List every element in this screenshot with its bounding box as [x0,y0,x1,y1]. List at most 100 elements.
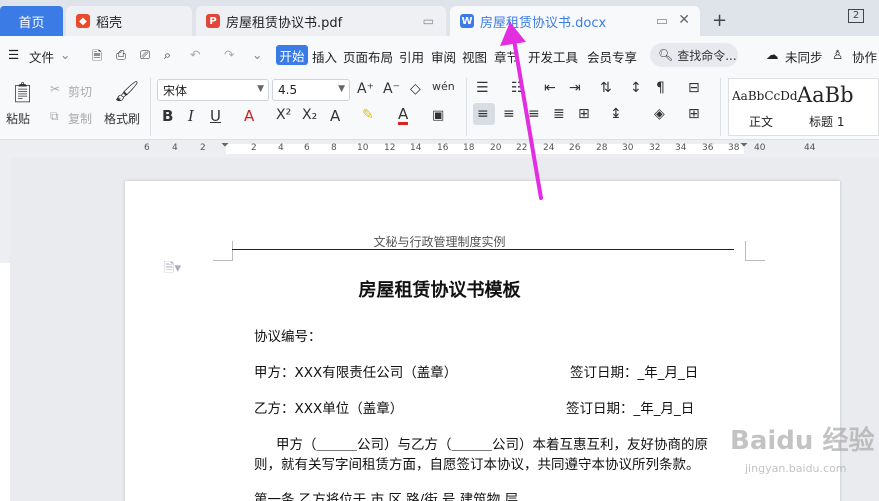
format-painter-button[interactable]: 格式刷 [104,110,140,127]
font-color-icon[interactable]: A [398,107,409,125]
superscript-icon[interactable]: X² [276,107,291,123]
borders-icon[interactable]: ⊞ [688,106,700,122]
menu-file[interactable]: 文件 [29,47,54,66]
align-center-icon[interactable]: ≡ [503,106,515,122]
search-label: 查找命令... [677,48,737,63]
show-marks-icon[interactable]: ¶ [656,80,665,96]
char-border-icon[interactable]: ▣ [432,108,444,123]
document-title[interactable]: 房屋租赁协议书模板 [0,276,879,302]
menu-start[interactable]: 开始 [276,45,308,65]
menu-reference[interactable]: 引用 [399,47,424,66]
italic-icon[interactable]: I [188,107,194,125]
collab-icon[interactable]: ♙ [832,47,843,62]
style-normal-label[interactable]: 正文 [749,113,773,130]
strikethrough-icon[interactable]: A [244,107,254,125]
sync-status[interactable]: 未同步 [785,47,823,66]
menu-member[interactable]: 会员专享 [587,47,637,66]
style-normal-preview[interactable]: AaBbCcDd [732,89,798,103]
sort-icon[interactable]: ↕ [630,80,642,96]
paragraph-line[interactable]: 则，就有关写字间租赁方面，自愿签订本协议，共同遵守本协议所列条款。 [254,453,700,473]
shrink-font-icon[interactable]: A⁻ [383,81,400,97]
grow-font-icon[interactable]: A⁺ [357,81,374,97]
paste-icon[interactable]: 📋︎ [10,80,35,104]
paste-button[interactable]: 粘贴 [6,110,30,127]
print-preview-icon[interactable]: ⌕ [164,47,171,63]
tab-docx[interactable]: W 房屋租赁协议书.docx ▭ ✕ [450,6,700,36]
clear-format-icon[interactable]: ◇ [410,81,421,97]
right-indent-marker[interactable]: ⏷ [740,140,748,151]
page-header-text[interactable]: 文秘与行政管理制度实例 [0,233,879,250]
monitor-icon[interactable]: ▭ [423,14,434,28]
chevron-down-icon[interactable]: ⌄ [60,47,70,62]
ruler-number: 36 [702,143,714,153]
font-effect-icon[interactable]: A [330,107,340,125]
chinese-layout-icon[interactable]: ⇅ [600,80,612,96]
collab-button[interactable]: 协作 [852,47,877,66]
indent-marker[interactable]: ⏷ [221,140,229,151]
pinyin-icon[interactable]: wén [432,80,455,93]
monitor-icon[interactable]: ▭ [656,14,668,29]
party-a[interactable]: 甲方：XXX有限责任公司（盖章） [254,361,457,381]
party-b-date[interactable]: 签订日期：_年_月_日 [566,397,694,417]
cut-button[interactable]: 剪切 [68,83,92,100]
numbered-list-icon[interactable]: ☷ [511,80,524,96]
ruler-number: 2 [251,143,257,153]
vertical-ruler[interactable] [0,158,10,501]
ruler-number: 30 [622,143,634,153]
menu-review[interactable]: 审阅 [431,47,456,66]
undo-icon[interactable]: ↶ [190,47,200,62]
paragraph-line[interactable]: 甲方（＿＿＿公司）与乙方（＿＿＿公司）本着互惠互利，友好协商的原 [276,433,708,453]
font-size-select[interactable]: 4.5 ▼ [272,79,350,101]
menu-view[interactable]: 视图 [462,47,487,66]
page-header-line [232,249,734,250]
align-left-icon[interactable]: ≡ [477,106,489,122]
align-right-icon[interactable]: ≡ [528,106,540,122]
underline-icon[interactable]: U [210,107,221,125]
shading-icon[interactable]: ◈ [654,106,665,122]
horizontal-ruler[interactable]: 6 4 2 2 4 6 8 10 12 14 16 18 20 22 24 26 28 30 32 34 36 38 40 4… [0,140,879,158]
redo-icon[interactable]: ↷ [224,47,234,62]
tab-bar: 首页 ◆ 稻壳 P 房屋租赁协议书.pdf ▭ W 房屋租赁协议书.docx ▭… [0,0,879,36]
decrease-indent-icon[interactable]: ⇤ [544,80,556,96]
copy-button[interactable]: 复制 [68,110,92,127]
highlight-icon[interactable]: ✎ [362,107,374,123]
close-tab-icon[interactable]: ✕ [678,12,690,28]
clause-one[interactable]: 第一条 乙方将位于 市 区 路/街 号 建筑物 层 [254,488,518,501]
table-tools-icon[interactable]: ⊟ [688,80,700,96]
cloud-icon[interactable]: ☁ [766,47,779,62]
new-tab-icon[interactable]: + [712,10,727,31]
menu-icon[interactable]: ☰ [8,47,19,62]
style-heading1-label[interactable]: 标题 1 [809,113,844,130]
bold-icon[interactable]: B [162,107,173,125]
line-spacing-icon[interactable]: ↨ [610,106,622,122]
ruler-number: 14 [410,143,422,153]
quick-access-chevron-icon[interactable]: ⌄ [252,47,262,62]
menu-insert[interactable]: 插入 [312,47,337,66]
distribute-icon[interactable]: ⊞ [578,106,590,122]
tab-daoke[interactable]: ◆ 稻壳 [66,6,192,36]
menu-layout[interactable]: 页面布局 [343,47,393,66]
menu-chapter[interactable]: 章节 [494,47,519,66]
agreement-number[interactable]: 协议编号： [254,325,322,345]
justify-icon[interactable]: ≣ [553,106,565,122]
cut-icon[interactable]: ✂ [50,82,60,96]
tab-daoke-label: 稻壳 [96,15,123,31]
font-name-select[interactable]: 宋体 ▼ [157,79,269,101]
style-heading1-preview[interactable]: AaBb [797,83,854,107]
subscript-icon[interactable]: X₂ [302,107,317,123]
party-a-date[interactable]: 签订日期：_年_月_日 [570,361,698,381]
tab-home[interactable]: 首页 [0,6,63,36]
increase-indent-icon[interactable]: ⇥ [569,80,581,96]
copy-icon[interactable]: ⧉ [50,109,59,124]
tab-pdf[interactable]: P 房屋租赁协议书.pdf ▭ [196,6,446,36]
ruler-number: 38 [728,143,740,153]
page-indicator[interactable]: 2 [848,9,864,23]
format-painter-icon[interactable]: 🖌︎ [114,79,139,103]
save-icon[interactable]: 🗎 [92,47,102,68]
print-icon[interactable]: ⎚ [140,47,150,63]
party-b[interactable]: 乙方：XXX单位（盖章） [254,397,403,417]
bullet-list-icon[interactable]: ☰ [476,80,489,96]
menu-dev[interactable]: 开发工具 [528,47,578,66]
search-command[interactable]: 🔍︎ 查找命令... [650,43,738,67]
export-pdf-icon[interactable]: ⎙ [116,47,126,63]
